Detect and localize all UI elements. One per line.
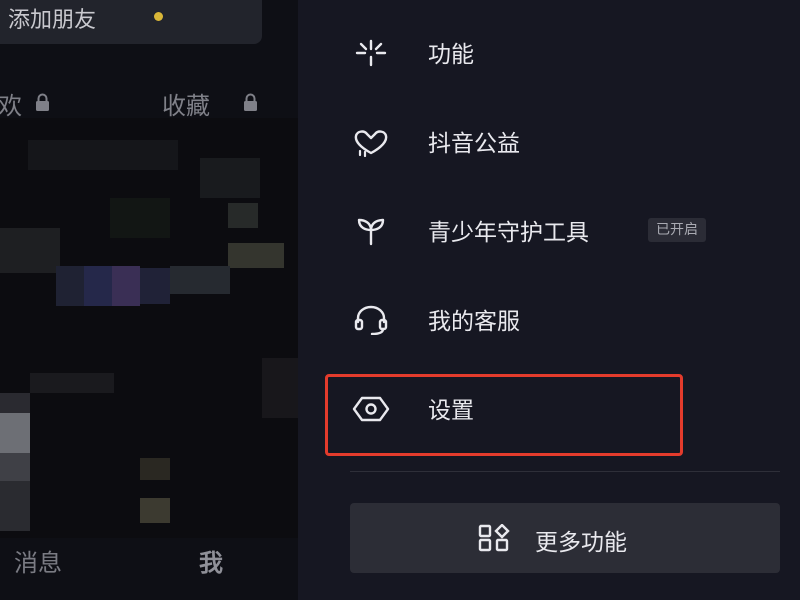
sprout-icon bbox=[357, 218, 385, 246]
more-features-label: 更多功能 bbox=[535, 530, 627, 556]
menu-item-label: 抖音公益 bbox=[428, 131, 520, 157]
headset-icon bbox=[354, 305, 388, 335]
notification-dot bbox=[154, 12, 163, 21]
menu-item-youth-protection[interactable]: 青少年守护工具 bbox=[350, 200, 770, 260]
add-friend-button[interactable]: 添加朋友 bbox=[0, 0, 262, 44]
heart-cloud-icon bbox=[354, 130, 388, 157]
settings-highlight-box bbox=[325, 374, 683, 456]
lock-icon bbox=[36, 93, 49, 111]
lock-icon bbox=[244, 93, 257, 111]
nav-messages[interactable]: 消息 bbox=[14, 543, 62, 578]
menu-item-label: 功能 bbox=[428, 42, 474, 68]
profile-background-panel: 添加朋友 欢 收藏 消息 我 bbox=[0, 0, 298, 600]
blurred-content-mosaic bbox=[0, 118, 298, 538]
grid-shapes-icon bbox=[478, 524, 510, 552]
status-badge: 已开启 bbox=[648, 218, 706, 242]
add-friend-label: 添加朋友 bbox=[8, 8, 97, 33]
nav-me[interactable]: 我 bbox=[199, 543, 223, 578]
sparkle-icon bbox=[355, 39, 387, 67]
tab-likes[interactable]: 欢 bbox=[0, 86, 22, 121]
menu-item-label: 我的客服 bbox=[428, 309, 520, 335]
menu-item-customer-service[interactable]: 我的客服 bbox=[350, 289, 770, 349]
more-features-button[interactable]: 更多功能 bbox=[350, 503, 780, 573]
divider bbox=[350, 471, 780, 472]
tab-favorites[interactable]: 收藏 bbox=[162, 86, 210, 121]
menu-item-features[interactable]: 功能 bbox=[350, 22, 770, 82]
menu-item-charity[interactable]: 抖音公益 bbox=[350, 111, 770, 171]
menu-item-label: 青少年守护工具 bbox=[428, 220, 589, 246]
